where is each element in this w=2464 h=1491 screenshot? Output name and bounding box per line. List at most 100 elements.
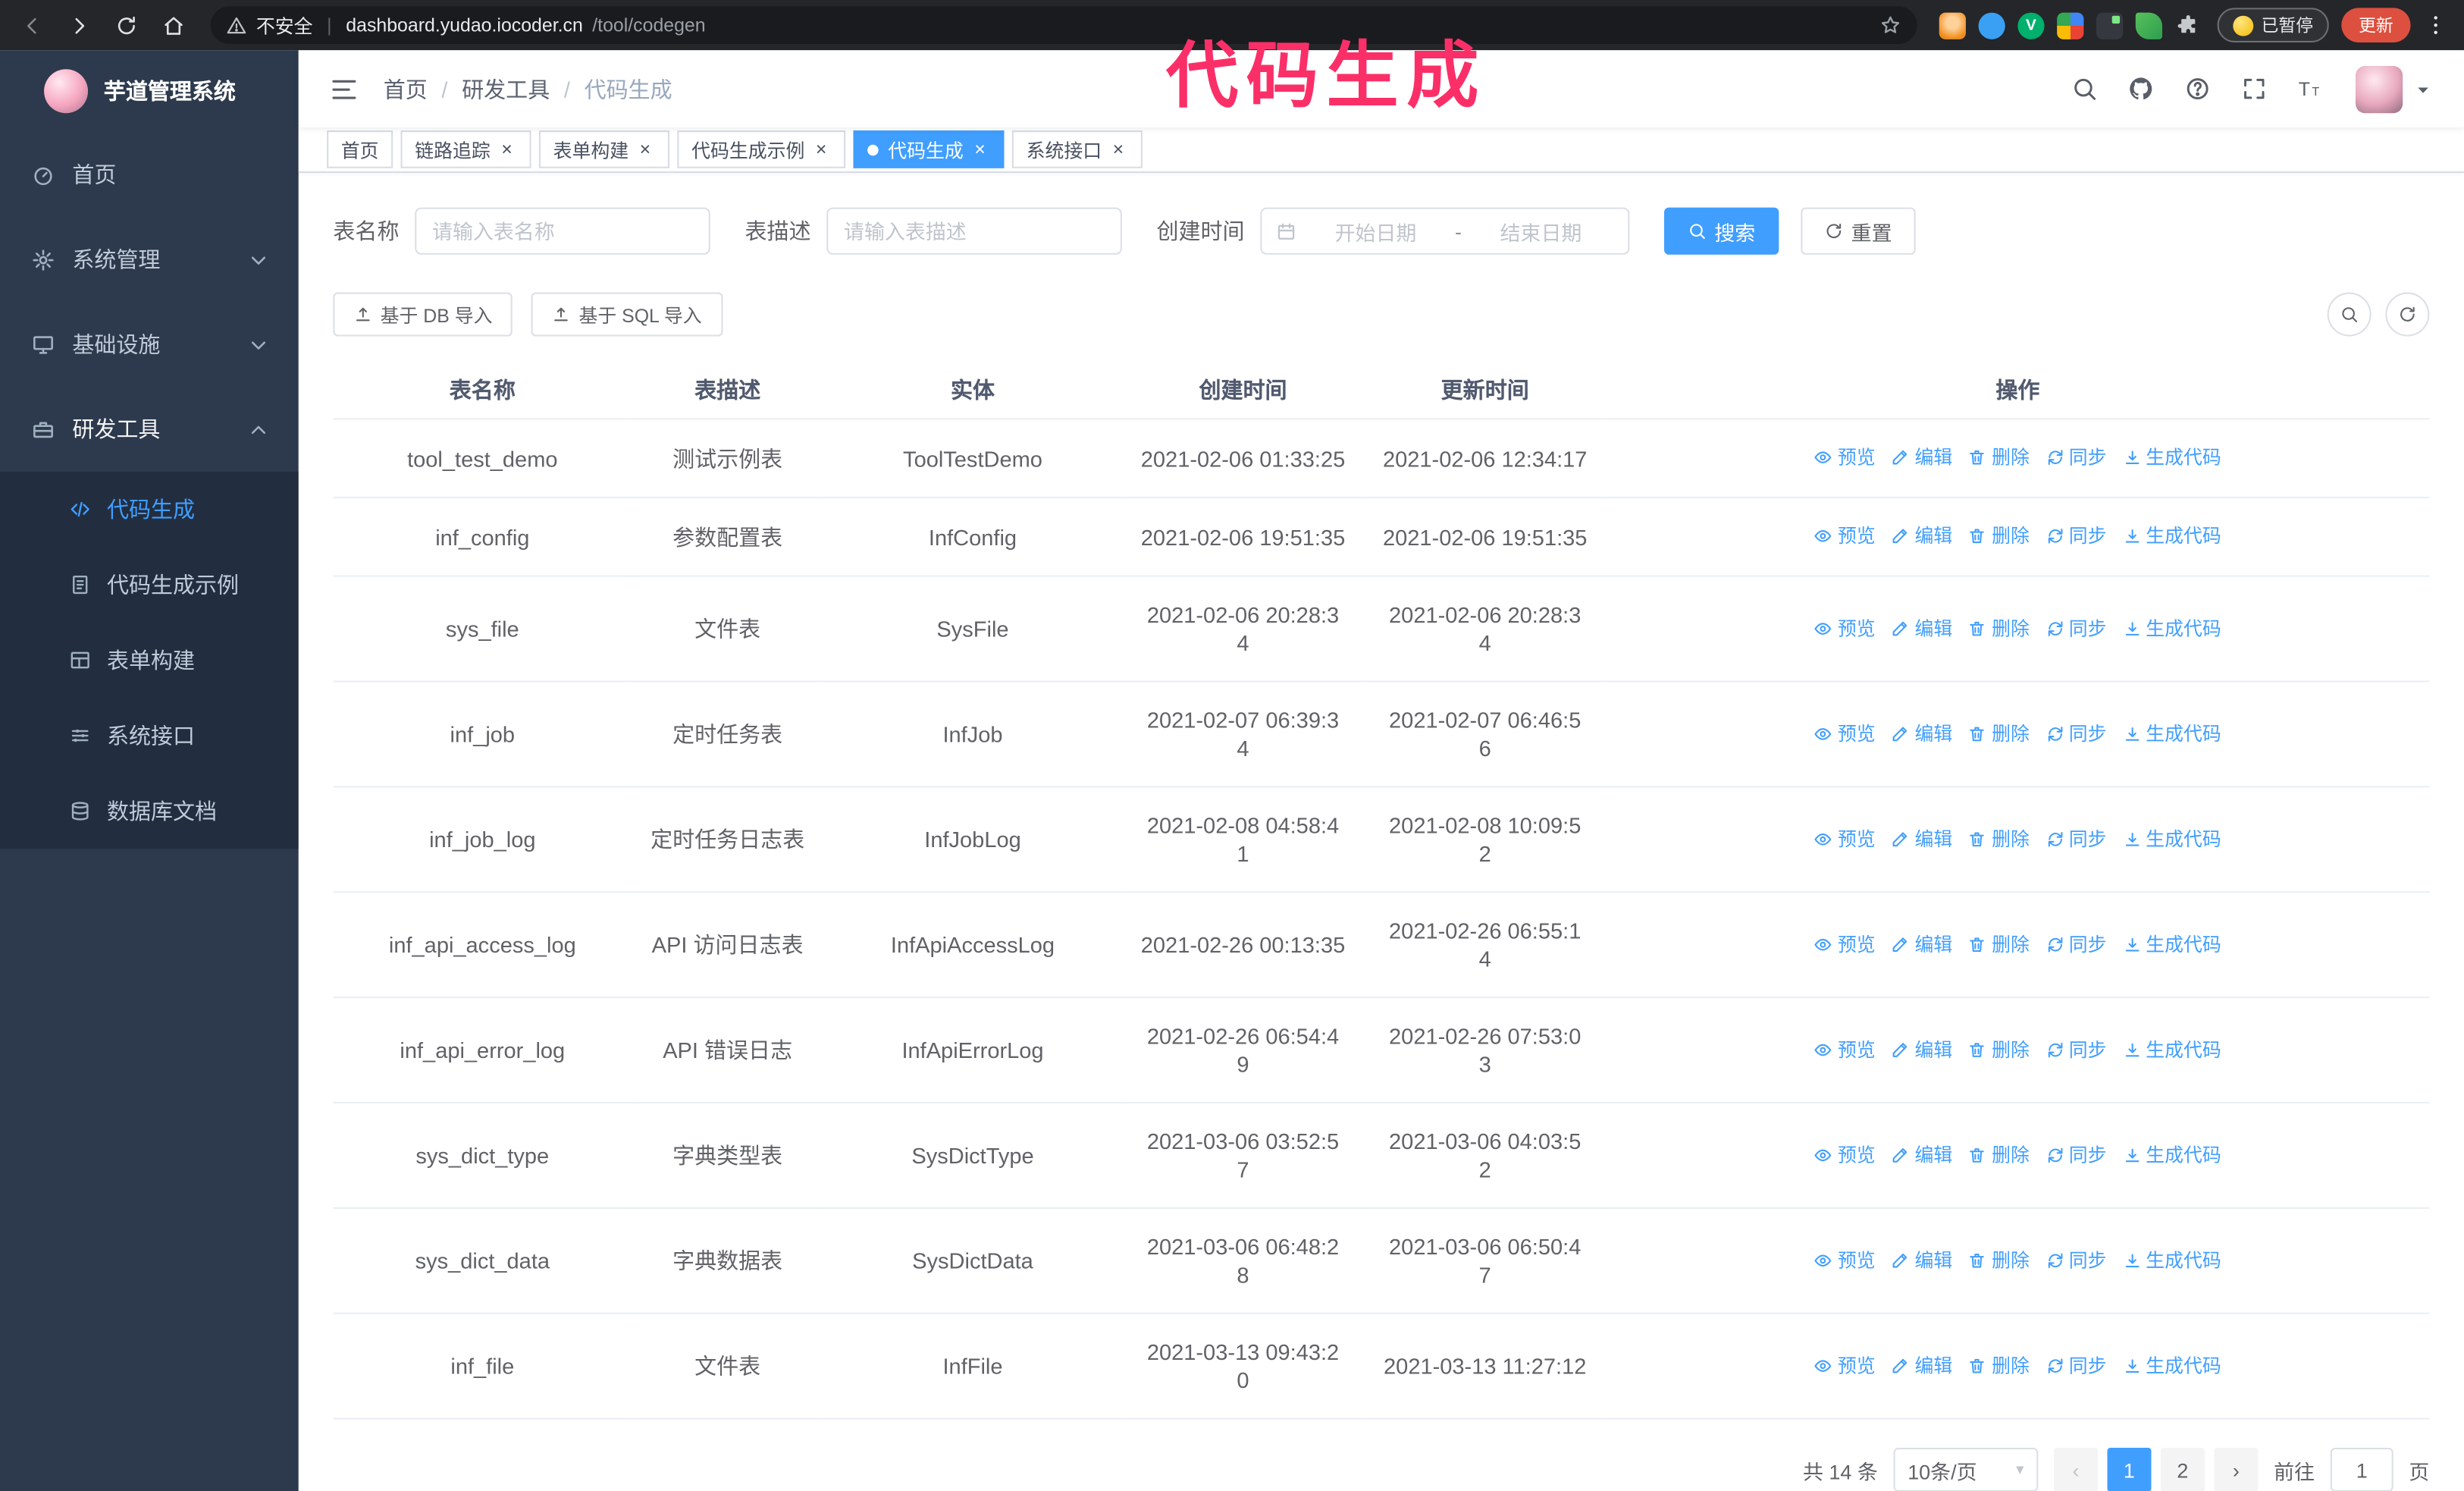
tab-1[interactable]: 链路追踪 × bbox=[400, 130, 531, 169]
action-edit[interactable]: 编辑 bbox=[1891, 1035, 1952, 1063]
action-delete[interactable]: 删除 bbox=[1968, 1141, 2030, 1169]
search-button[interactable]: 搜索 bbox=[1663, 207, 1779, 255]
action-delete[interactable]: 删除 bbox=[1968, 930, 2030, 958]
question-button[interactable] bbox=[2184, 76, 2211, 102]
page-2-button[interactable]: 2 bbox=[2160, 1447, 2205, 1491]
action-delete[interactable]: 删除 bbox=[1968, 1246, 2030, 1274]
breadcrumb-item-1[interactable]: 研发工具 bbox=[462, 74, 550, 105]
tab-3[interactable]: 代码生成示例 × bbox=[677, 130, 846, 169]
drop-ext-icon[interactable] bbox=[1978, 11, 2005, 39]
action-delete[interactable]: 删除 bbox=[1968, 1035, 2030, 1063]
close-icon[interactable]: × bbox=[497, 140, 517, 160]
toggle-search-button[interactable] bbox=[2327, 292, 2372, 337]
user-menu[interactable] bbox=[2355, 65, 2433, 113]
dark-ext-icon[interactable] bbox=[2096, 11, 2124, 39]
action-preview[interactable]: 预览 bbox=[1814, 719, 1876, 747]
action-generate[interactable]: 生成代码 bbox=[2122, 1351, 2221, 1379]
action-sync[interactable]: 同步 bbox=[2045, 614, 2106, 642]
action-sync[interactable]: 同步 bbox=[2045, 444, 2106, 472]
bookmark-star-icon[interactable] bbox=[1879, 14, 1901, 36]
action-edit[interactable]: 编辑 bbox=[1891, 1246, 1952, 1274]
grid-ext-icon[interactable] bbox=[2057, 11, 2084, 39]
action-delete[interactable]: 删除 bbox=[1968, 614, 2030, 642]
github-button[interactable] bbox=[2127, 76, 2154, 102]
breadcrumb-item-0[interactable]: 首页 bbox=[384, 74, 428, 105]
action-sync[interactable]: 同步 bbox=[2045, 824, 2106, 852]
close-icon[interactable]: × bbox=[811, 140, 832, 160]
action-preview[interactable]: 预览 bbox=[1814, 930, 1876, 958]
action-generate[interactable]: 生成代码 bbox=[2122, 1035, 2221, 1063]
action-edit[interactable]: 编辑 bbox=[1891, 930, 1952, 958]
tab-4[interactable]: 代码生成 × bbox=[853, 130, 1005, 169]
action-generate[interactable]: 生成代码 bbox=[2122, 1246, 2221, 1274]
reset-button[interactable]: 重置 bbox=[1801, 207, 1916, 255]
action-delete[interactable]: 删除 bbox=[1968, 719, 2030, 747]
fox-ext-icon[interactable] bbox=[1939, 11, 1966, 39]
browser-menu-icon[interactable] bbox=[2423, 13, 2448, 38]
date-range-picker[interactable]: 开始日期 - 结束日期 bbox=[1260, 207, 1630, 255]
action-generate[interactable]: 生成代码 bbox=[2122, 522, 2221, 550]
action-delete[interactable]: 删除 bbox=[1968, 444, 2030, 472]
action-delete[interactable]: 删除 bbox=[1968, 824, 2030, 852]
home-button[interactable] bbox=[157, 9, 188, 40]
sidebar-toggle-button[interactable] bbox=[330, 75, 358, 103]
page-size-select[interactable]: 10条/页 ▾ bbox=[1893, 1447, 2039, 1491]
tab-0[interactable]: 首页 bbox=[327, 130, 393, 169]
action-edit[interactable]: 编辑 bbox=[1891, 1141, 1952, 1169]
update-button[interactable]: 更新 bbox=[2341, 8, 2411, 42]
sidebar-item-1[interactable]: 系统管理 bbox=[0, 217, 299, 302]
sidebar-subitem-3[interactable]: 系统接口 bbox=[0, 698, 299, 773]
sidebar-item-0[interactable]: 首页 bbox=[0, 132, 299, 217]
prev-page-button[interactable]: ‹ bbox=[2053, 1447, 2098, 1491]
action-edit[interactable]: 编辑 bbox=[1891, 719, 1952, 747]
action-preview[interactable]: 预览 bbox=[1814, 614, 1876, 642]
action-delete[interactable]: 删除 bbox=[1968, 1351, 2030, 1379]
paused-badge[interactable]: 已暂停 bbox=[2217, 8, 2329, 42]
sidebar-subitem-0[interactable]: 代码生成 bbox=[0, 472, 299, 547]
action-edit[interactable]: 编辑 bbox=[1891, 1351, 1952, 1379]
reload-button[interactable] bbox=[110, 9, 141, 40]
tab-5[interactable]: 系统接口 × bbox=[1011, 130, 1143, 169]
action-sync[interactable]: 同步 bbox=[2045, 1141, 2106, 1169]
sidebar-subitem-2[interactable]: 表单构建 bbox=[0, 623, 299, 698]
action-preview[interactable]: 预览 bbox=[1814, 1246, 1876, 1274]
action-generate[interactable]: 生成代码 bbox=[2122, 444, 2221, 472]
action-edit[interactable]: 编辑 bbox=[1891, 444, 1952, 472]
action-sync[interactable]: 同步 bbox=[2045, 1351, 2106, 1379]
leaf-ext-icon[interactable] bbox=[2135, 11, 2163, 39]
page-1-button[interactable]: 1 bbox=[2107, 1447, 2152, 1491]
next-page-button[interactable]: › bbox=[2214, 1447, 2259, 1491]
action-sync[interactable]: 同步 bbox=[2045, 1035, 2106, 1063]
action-preview[interactable]: 预览 bbox=[1814, 444, 1876, 472]
table-name-input[interactable] bbox=[415, 207, 710, 255]
close-icon[interactable]: × bbox=[635, 140, 655, 160]
url-bar[interactable]: 不安全 | dashboard.yudao.iocoder.cn/tool/co… bbox=[210, 6, 1917, 45]
action-preview[interactable]: 预览 bbox=[1814, 824, 1876, 852]
search-button[interactable] bbox=[2071, 76, 2098, 102]
action-sync[interactable]: 同步 bbox=[2045, 930, 2106, 958]
refresh-table-button[interactable] bbox=[2385, 292, 2430, 337]
close-icon[interactable]: × bbox=[1108, 140, 1128, 160]
font-size-button[interactable]: TT bbox=[2297, 76, 2324, 102]
action-delete[interactable]: 删除 bbox=[1968, 522, 2030, 550]
action-preview[interactable]: 预览 bbox=[1814, 1351, 1876, 1379]
import-db-button[interactable]: 基于 DB 导入 bbox=[333, 292, 513, 337]
tab-2[interactable]: 表单构建 × bbox=[539, 130, 670, 169]
action-generate[interactable]: 生成代码 bbox=[2122, 930, 2221, 958]
goto-page-input[interactable] bbox=[2330, 1447, 2393, 1491]
sidebar-subitem-4[interactable]: 数据库文档 bbox=[0, 774, 299, 849]
fullscreen-button[interactable] bbox=[2241, 76, 2268, 102]
close-icon[interactable]: × bbox=[970, 140, 990, 160]
forward-button[interactable] bbox=[63, 9, 94, 40]
sidebar-subitem-1[interactable]: 代码生成示例 bbox=[0, 547, 299, 622]
sidebar-item-3[interactable]: 研发工具 bbox=[0, 387, 299, 472]
import-sql-button[interactable]: 基于 SQL 导入 bbox=[531, 292, 723, 337]
action-generate[interactable]: 生成代码 bbox=[2122, 719, 2221, 747]
action-generate[interactable]: 生成代码 bbox=[2122, 824, 2221, 852]
action-edit[interactable]: 编辑 bbox=[1891, 824, 1952, 852]
table-desc-input[interactable] bbox=[826, 207, 1122, 255]
action-edit[interactable]: 编辑 bbox=[1891, 614, 1952, 642]
action-sync[interactable]: 同步 bbox=[2045, 719, 2106, 747]
action-preview[interactable]: 预览 bbox=[1814, 1035, 1876, 1063]
action-edit[interactable]: 编辑 bbox=[1891, 522, 1952, 550]
